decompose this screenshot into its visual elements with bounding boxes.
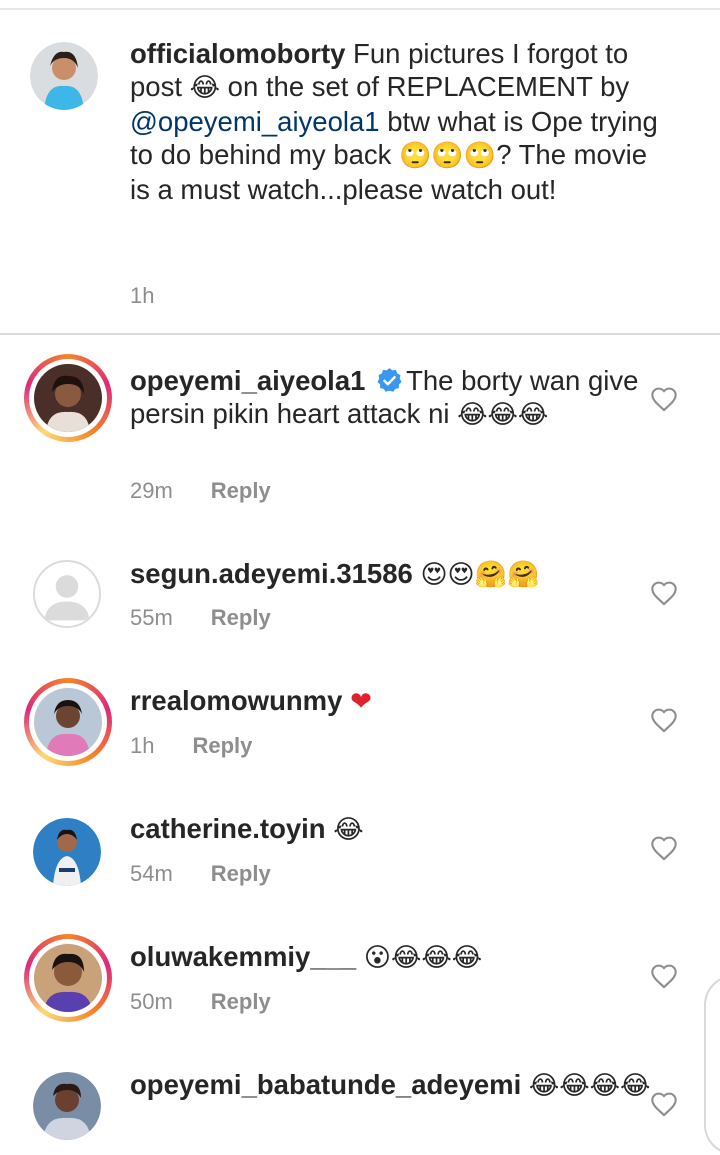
comment-text: opeyemi_babatunde_adeyemi 😂😂😂😂 (130, 1069, 651, 1101)
comment-timestamp: 1h (130, 733, 155, 758)
comment-username[interactable]: oluwakemmiy___ (130, 941, 356, 972)
comment-meta: 50m Reply (130, 989, 271, 1015)
comment-timestamp: 50m (130, 989, 173, 1014)
caption-timestamp: 1h (130, 283, 155, 308)
comment-text: rrealomowunmy ❤ (130, 684, 660, 719)
comment-avatar[interactable] (24, 678, 112, 766)
caption-divider (0, 333, 720, 335)
caption-username[interactable]: officialomoborty (130, 38, 345, 69)
heart-outline-icon[interactable] (650, 707, 678, 733)
heart-outline-icon[interactable] (650, 835, 678, 861)
edge-panel-handle[interactable] (704, 975, 720, 1155)
heart-outline-icon[interactable] (650, 1091, 678, 1117)
comment-avatar[interactable] (24, 934, 112, 1022)
caption-meta: 1h (130, 283, 154, 309)
default-avatar-icon (35, 562, 99, 626)
comment-text: catherine.toyin 😂 (130, 813, 364, 845)
comment-meta: 55m Reply (130, 605, 271, 631)
comment-text: opeyemi_aiyeola1 The borty wan give pers… (130, 365, 639, 430)
avatar-photo (30, 42, 98, 110)
avatar-photo (33, 1072, 101, 1140)
comment-username[interactable]: opeyemi_babatunde_adeyemi (130, 1069, 521, 1100)
reply-button[interactable]: Reply (211, 861, 271, 886)
comment-text: oluwakemmiy___ 😮😂😂😂 (130, 941, 483, 973)
comment-text: segun.adeyemi.31586 😍😍🤗🤗 (130, 558, 540, 590)
avatar-photo (34, 364, 102, 432)
mention-link[interactable]: @opeyemi_aiyeola1 (130, 106, 380, 137)
comment-username[interactable]: rrealomowunmy (130, 685, 342, 716)
avatar-photo (33, 818, 101, 886)
comment-timestamp: 29m (130, 478, 173, 503)
comment-avatar[interactable] (24, 354, 112, 442)
comment-username[interactable]: catherine.toyin (130, 813, 326, 844)
reply-button[interactable]: Reply (211, 989, 271, 1014)
avatar-photo (34, 944, 102, 1012)
verified-badge-icon (377, 368, 402, 392)
comment-username[interactable]: segun.adeyemi.31586 (130, 558, 413, 589)
comment-meta: 54m Reply (130, 861, 271, 887)
comment-username[interactable]: opeyemi_aiyeola1 (130, 365, 365, 396)
heart-outline-icon[interactable] (650, 580, 678, 606)
comment-avatar[interactable] (33, 818, 101, 886)
reply-button[interactable]: Reply (192, 733, 252, 758)
comment-meta: 1h Reply (130, 733, 252, 759)
comment-timestamp: 54m (130, 861, 173, 886)
reply-button[interactable]: Reply (211, 478, 271, 503)
post-caption: officialomoborty Fun pictures I forgot t… (0, 10, 720, 332)
caption-text: officialomoborty Fun pictures I forgot t… (130, 38, 658, 205)
comment-avatar[interactable] (33, 1072, 101, 1140)
caption-avatar[interactable] (30, 42, 98, 110)
comment-timestamp: 55m (130, 605, 173, 630)
red-heart-emoji: ❤ (350, 687, 372, 717)
heart-outline-icon[interactable] (650, 963, 678, 989)
heart-outline-icon[interactable] (650, 386, 678, 412)
reply-button[interactable]: Reply (211, 605, 271, 630)
avatar-photo (34, 688, 102, 756)
comment-avatar[interactable] (33, 560, 101, 628)
comment-meta: 29m Reply (130, 478, 271, 504)
